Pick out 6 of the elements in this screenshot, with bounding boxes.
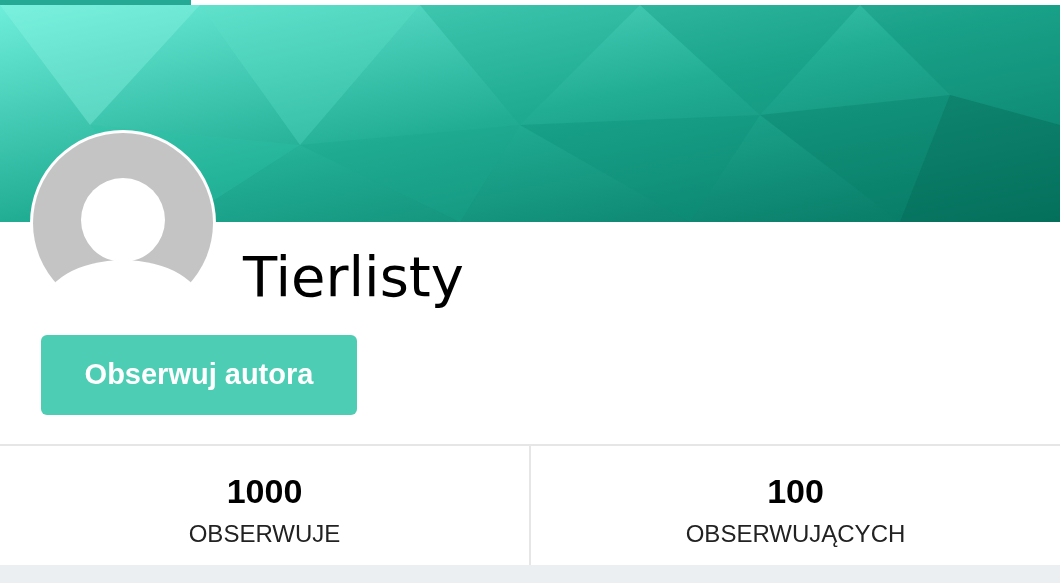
stat-value: 100 [767,471,824,512]
stat-label: OBSERWUJĄCYCH [685,519,906,549]
stat-label: OBSERWUJE [188,519,341,549]
follow-button[interactable]: Obserwuj autora [41,335,357,415]
profile-name: Tierlisty [243,244,464,309]
stat-value: 1000 [226,471,303,512]
